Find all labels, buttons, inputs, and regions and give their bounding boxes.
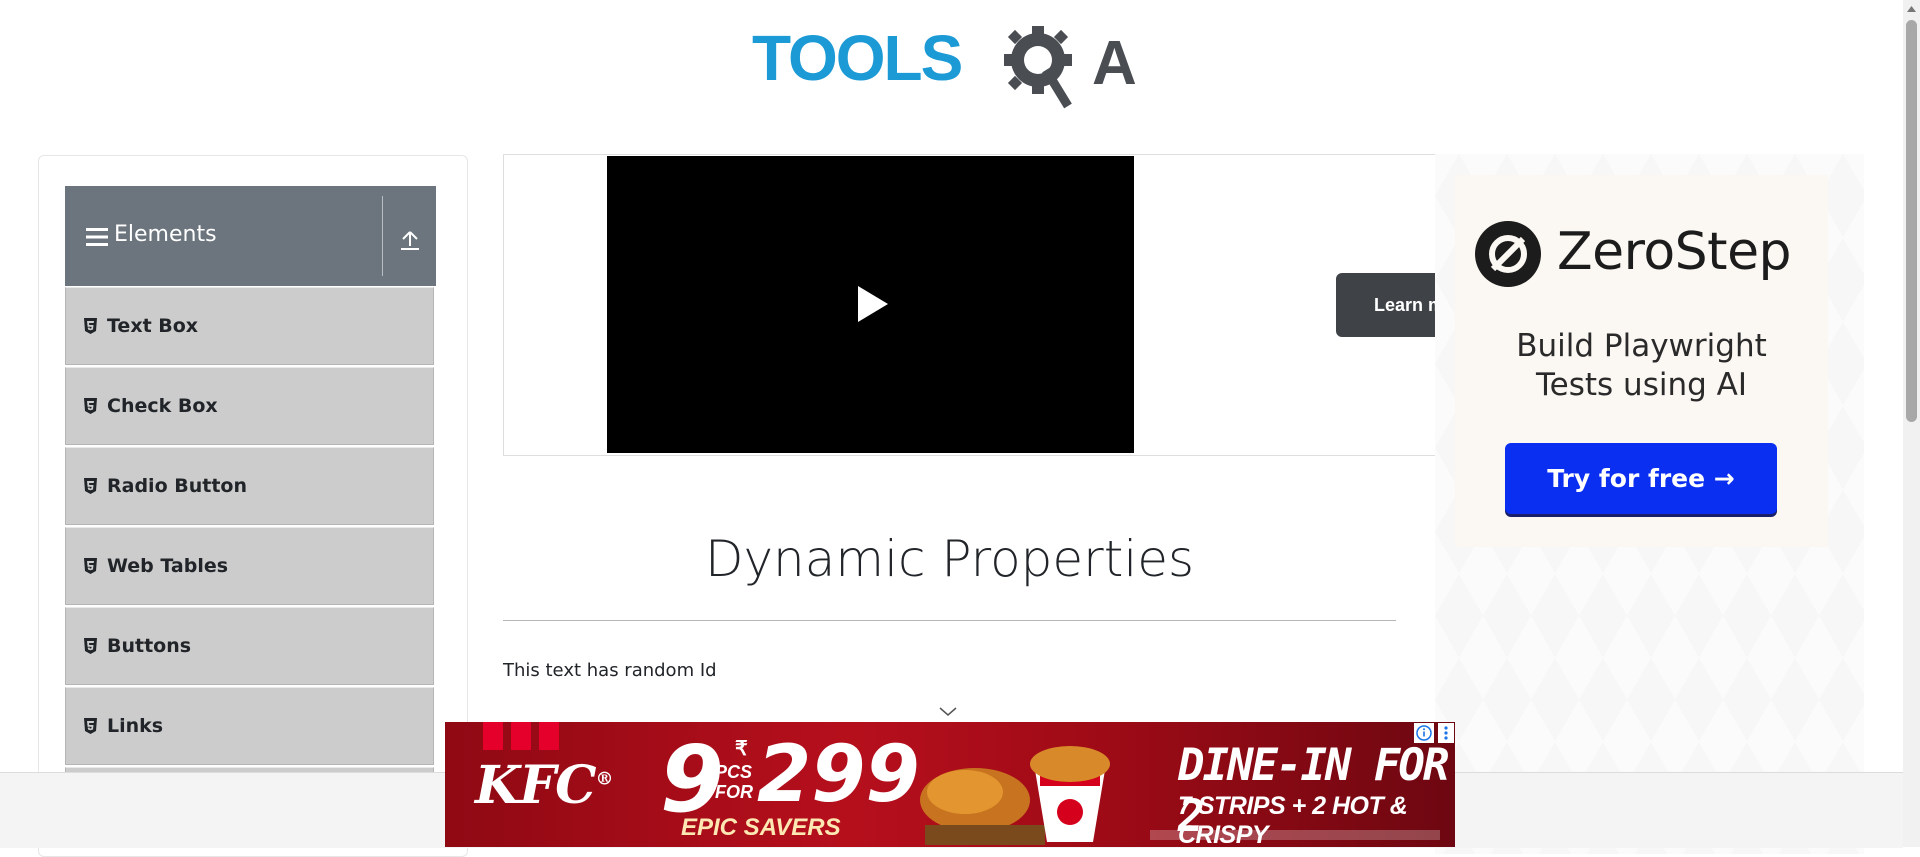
- sidebar-item-web-tables[interactable]: Web Tables: [65, 527, 434, 605]
- tagline-line-2: Tests using AI: [1536, 367, 1747, 403]
- page-title: Dynamic Properties: [704, 530, 1195, 588]
- zerostep-tagline: Build Playwright Tests using AI: [1455, 327, 1828, 405]
- sidebar-item-text-box[interactable]: Text Box: [65, 287, 434, 365]
- kfc-price: 299: [757, 730, 920, 820]
- kfc-stripes: [483, 722, 567, 755]
- random-id-text: This text has random Id: [503, 660, 717, 681]
- sidebar-item-check-box[interactable]: Check Box: [65, 367, 434, 445]
- kfc-food-image: [920, 746, 1110, 845]
- sidebar-item-label: Web Tables: [107, 555, 229, 577]
- html5-icon: [84, 318, 97, 334]
- header-divider: [382, 196, 383, 276]
- elements-group-title: Elements: [114, 222, 217, 247]
- html5-icon: [84, 398, 97, 414]
- hamburger-icon: [86, 228, 108, 246]
- try-for-free-button[interactable]: Try for free →: [1505, 443, 1777, 514]
- kfc-epic-savers: EPIC SAVERS: [681, 814, 841, 841]
- kfc-logo: KFC®: [475, 755, 614, 816]
- zerostep-logo-icon: [1475, 221, 1541, 287]
- kfc-fine-print: [1150, 830, 1440, 840]
- sidebar-item-label: Links: [107, 715, 164, 737]
- kfc-banner-ad[interactable]: KFC® 9 ₹ PCS FOR 299 EPIC SAVERS DINE-IN…: [445, 722, 1455, 847]
- kfc-pcs-for: PCS FOR: [715, 762, 753, 802]
- collapse-up-icon[interactable]: [400, 228, 420, 252]
- kebab-menu-icon[interactable]: [1438, 723, 1454, 743]
- logo-a-text: A: [1092, 29, 1137, 98]
- chevron-down-icon[interactable]: [938, 705, 958, 719]
- learn-more-button[interactable]: Learn m: [1336, 273, 1438, 337]
- sidebar-item-label: Text Box: [107, 315, 199, 337]
- scrollbar-thumb[interactable]: [1906, 20, 1917, 422]
- title-divider: [503, 620, 1396, 621]
- sidebar-item-label: Check Box: [107, 395, 218, 417]
- scroll-up-arrow-icon[interactable]: [1906, 4, 1917, 14]
- logo-gear-q-icon: [1004, 26, 1072, 109]
- sidebar-item-label: Radio Button: [107, 475, 247, 497]
- toolsqa-logo[interactable]: TOOLS A: [752, 20, 1154, 112]
- tagline-line-1: Build Playwright: [1516, 328, 1767, 364]
- logo-tools-text: TOOLS: [752, 22, 962, 94]
- html5-icon: [84, 558, 97, 574]
- sidebar-item-links[interactable]: Links: [65, 687, 434, 765]
- elements-group-header[interactable]: Elements: [65, 186, 436, 286]
- sidebar-item-buttons[interactable]: Buttons: [65, 607, 434, 685]
- sidebar-item-radio-button[interactable]: Radio Button: [65, 447, 434, 525]
- sidebar-item-label: Buttons: [107, 635, 192, 657]
- kfc-currency: ₹: [735, 738, 748, 760]
- html5-icon: [84, 638, 97, 654]
- play-icon[interactable]: [856, 284, 890, 324]
- zerostep-brand: ZeroStep: [1557, 222, 1792, 282]
- kfc-brand: KFC: [475, 755, 596, 816]
- html5-icon: [84, 478, 97, 494]
- html5-icon: [84, 718, 97, 734]
- ad-info-icon[interactable]: [1414, 723, 1434, 743]
